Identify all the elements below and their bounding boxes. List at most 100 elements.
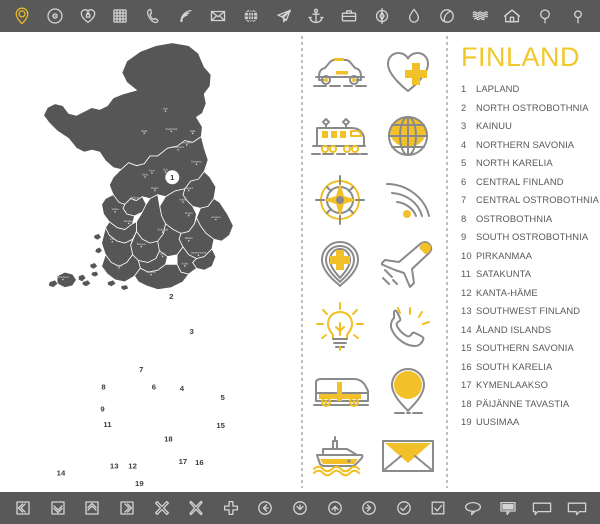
map-marker[interactable]: 11 — [100, 417, 115, 432]
map-marker[interactable]: 6 — [146, 379, 161, 394]
arrow-left-box-icon[interactable] — [6, 492, 41, 524]
compact-disc-icon[interactable] — [39, 0, 72, 32]
phone-handset-icon[interactable] — [137, 0, 170, 32]
region-name: LAPLAND — [476, 83, 520, 94]
region-list-item[interactable]: 10 PIRKANMAA — [461, 250, 600, 261]
close-cross-thin-icon[interactable] — [179, 492, 214, 524]
map-marker[interactable]: 9 — [95, 401, 110, 416]
region-list-item[interactable]: 17 KYMENLAAKSO — [461, 379, 600, 390]
briefcase-icon[interactable] — [333, 0, 366, 32]
region-list-item[interactable]: 8 OSTROBOTHNIA — [461, 213, 600, 224]
globe-grid-icon[interactable] — [377, 105, 439, 167]
region-list-item[interactable]: 14 ÅLAND ISLANDS — [461, 324, 600, 335]
plus-cross-icon[interactable] — [214, 492, 249, 524]
map-marker[interactable]: 16 — [192, 454, 207, 469]
map-marker[interactable]: 17 — [175, 453, 190, 468]
speech-bubble-filled-icon[interactable] — [490, 492, 525, 524]
light-bulb-icon[interactable] — [309, 297, 371, 359]
envelope-icon[interactable] — [202, 0, 235, 32]
heart-lock-icon[interactable] — [71, 0, 104, 32]
arrow-up-box-icon[interactable] — [75, 492, 110, 524]
map-marker[interactable]: 8 — [96, 379, 111, 394]
check-box-icon[interactable] — [421, 492, 456, 524]
map-marker[interactable]: 12 — [125, 458, 140, 473]
city-label: Kemi — [149, 169, 155, 172]
map-marker[interactable]: 2 — [164, 289, 179, 304]
taxi-car-icon[interactable] — [309, 41, 371, 103]
arrow-right-circle-icon[interactable] — [352, 492, 387, 524]
arrow-up-circle-icon[interactable] — [317, 492, 352, 524]
region-name: UUSIMAA — [476, 416, 520, 427]
city-label: Turku — [116, 264, 123, 267]
speech-bubble-wide-icon[interactable] — [560, 492, 595, 524]
map-marker[interactable]: 19 — [132, 476, 147, 489]
finland-map-panel[interactable]: Inari Kittilä Sodankylä Salla Rovaniemi Kemij… — [0, 32, 300, 492]
aland-islet-b — [47, 279, 59, 289]
train-icon[interactable] — [309, 105, 371, 167]
region-list-item[interactable]: 6 CENTRAL FINLAND — [461, 176, 600, 187]
arrow-right-box-icon[interactable] — [110, 492, 145, 524]
map-marker[interactable]: 13 — [107, 458, 122, 473]
finland-map-svg[interactable]: Inari Kittilä Sodankylä Salla Rovaniemi Kemij… — [8, 34, 293, 489]
water-drop-icon[interactable] — [398, 0, 431, 32]
city-label: Tampere — [136, 243, 146, 246]
map-marker[interactable]: 7 — [134, 361, 149, 376]
map-marker[interactable]: 4 — [174, 381, 189, 396]
map-marker[interactable]: 18 — [161, 431, 176, 446]
region-list-item[interactable]: 15 SOUTHERN SAVONIA — [461, 342, 600, 353]
arrow-down-box-icon[interactable] — [41, 492, 76, 524]
map-marker[interactable]: 1 — [165, 170, 180, 185]
bus-icon[interactable] — [309, 361, 371, 423]
map-marker-number: 16 — [195, 458, 204, 467]
map-marker-number: 19 — [135, 479, 144, 488]
region-list-item[interactable]: 5 NORTH KARELIA — [461, 157, 600, 168]
compass-rose-icon[interactable] — [309, 169, 371, 231]
wifi-signal-icon[interactable] — [169, 0, 202, 32]
heart-medical-cross-icon[interactable] — [377, 41, 439, 103]
speech-bubble-round-icon[interactable] — [456, 492, 491, 524]
first-aid-pin-icon[interactable] — [309, 233, 371, 295]
region-list-item[interactable]: 12 KANTA-HÄME — [461, 287, 600, 298]
region-list-item[interactable]: 13 SOUTHWEST FINLAND — [461, 305, 600, 316]
region-number: 4 — [461, 138, 467, 150]
region-list-item[interactable]: 19 UUSIMAA — [461, 416, 600, 427]
wifi-signal-icon[interactable] — [377, 169, 439, 231]
globe-icon[interactable] — [235, 0, 268, 32]
balloon-pin-icon[interactable] — [529, 0, 562, 32]
map-marker[interactable]: 14 — [53, 465, 68, 480]
telephone-ringing-icon[interactable] — [377, 297, 439, 359]
map-pin-icon[interactable] — [6, 0, 39, 32]
region-list-panel: FINLAND 1 LAPLAND 2 NORTH OSTROBOTHNIA 3 KAIN… — [452, 32, 600, 492]
envelope-open-icon[interactable] — [377, 424, 439, 486]
region-list-item[interactable]: 16 SOUTH KARELIA — [461, 361, 600, 372]
region-list-item[interactable]: 11 SATAKUNTA — [461, 268, 600, 279]
region-list-item[interactable]: 4 NORTHERN SAVONIA — [461, 139, 600, 150]
region-list-item[interactable]: 2 NORTH OSTROBOTHNIA — [461, 102, 600, 113]
arrow-left-circle-icon[interactable] — [248, 492, 283, 524]
check-circle-icon[interactable] — [387, 492, 422, 524]
close-cross-outline-icon[interactable] — [144, 492, 179, 524]
compass-target-icon[interactable] — [365, 0, 398, 32]
region-name: NORTH KARELIA — [476, 157, 553, 168]
map-marker[interactable]: 5 — [215, 390, 230, 405]
speech-bubble-square-icon[interactable] — [525, 492, 560, 524]
house-icon[interactable] — [496, 0, 529, 32]
location-pin-filled-icon[interactable] — [377, 361, 439, 423]
map-marker[interactable]: 3 — [184, 324, 199, 339]
cruise-ship-icon[interactable] — [309, 424, 371, 486]
airplane-icon[interactable] — [377, 233, 439, 295]
region-list-item[interactable]: 18 PÄIJÄNNE TAVASTIA — [461, 398, 600, 409]
city-label: Kittilä — [141, 130, 148, 133]
anchor-icon[interactable] — [300, 0, 333, 32]
region-list-item[interactable]: 3 KAINUU — [461, 120, 600, 131]
grid-window-icon[interactable] — [104, 0, 137, 32]
paper-plane-icon[interactable] — [267, 0, 300, 32]
region-list-item[interactable]: 9 SOUTH OSTROBOTHNIA — [461, 231, 600, 242]
region-list-item[interactable]: 7 CENTRAL OSTROBOTHNIA — [461, 194, 600, 205]
arrow-down-circle-icon[interactable] — [283, 492, 318, 524]
location-pin-small-icon[interactable] — [561, 0, 594, 32]
waves-icon[interactable] — [463, 0, 496, 32]
region-list-item[interactable]: 1 LAPLAND — [461, 83, 600, 94]
moon-circle-icon[interactable] — [431, 0, 464, 32]
map-marker[interactable]: 15 — [213, 418, 228, 433]
